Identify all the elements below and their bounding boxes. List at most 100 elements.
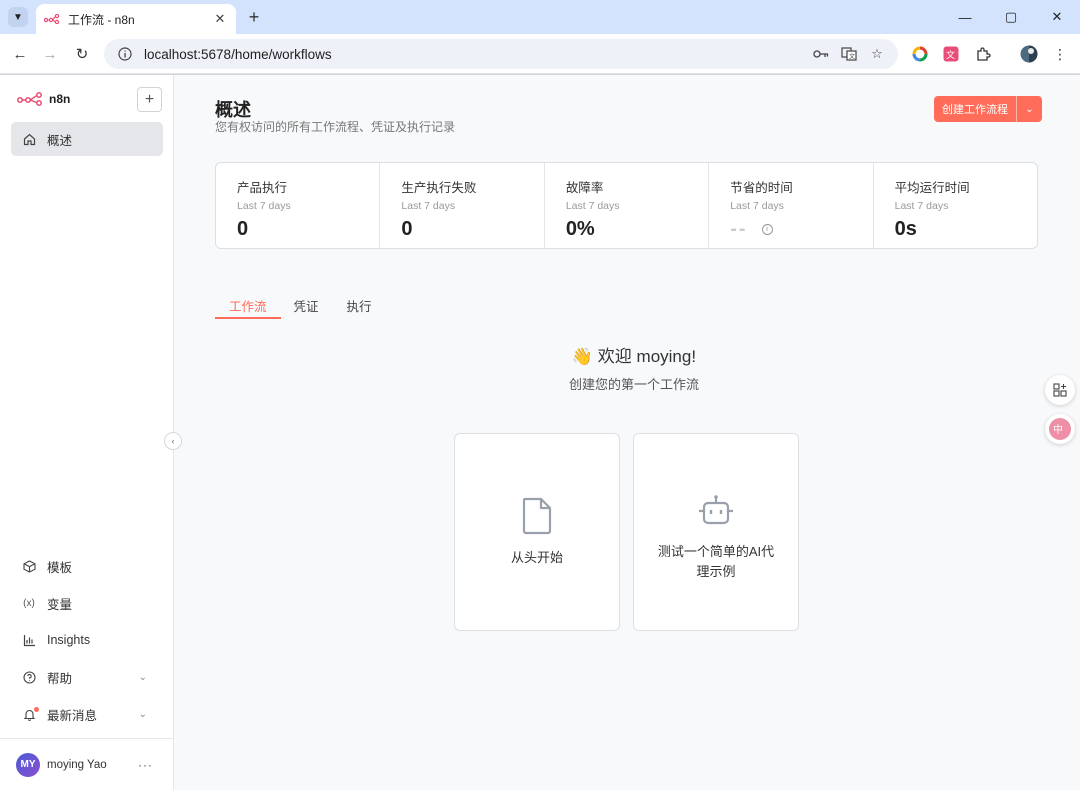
add-resource-button[interactable]: + [137, 87, 162, 112]
sidebar-item-variables[interactable]: (x) 变量 [11, 586, 163, 620]
stat-value: 0 [401, 218, 413, 240]
bookmark-star-icon[interactable]: ☆ [866, 43, 888, 65]
tab-title: 工作流 - n8n [68, 12, 135, 27]
create-workflow-button-group: 创建工作流程 ⌄ [934, 96, 1042, 122]
robot-icon [697, 490, 735, 530]
password-key-icon[interactable] [810, 43, 832, 65]
color-extension-icon[interactable] [909, 43, 931, 65]
bell-icon [21, 706, 39, 721]
main-content: 概述 您有权访问的所有工作流程、凭证及执行记录 创建工作流程 ⌄ 产品执行 La… [174, 75, 1080, 790]
ai-agent-example-card[interactable]: 测试一个简单的AI代理示例 [633, 433, 799, 631]
start-from-scratch-card[interactable]: 从头开始 [454, 433, 620, 631]
chevron-down-icon: ⌄ [138, 708, 147, 720]
welcome-subtitle: 创建您的第一个工作流 [568, 377, 699, 392]
stat-value: 0s [894, 218, 917, 240]
n8n-favicon-icon [44, 11, 60, 27]
stat-time-saved[interactable]: 节省的时间 Last 7 days -- i [709, 163, 874, 248]
close-tab-icon[interactable]: ✕ [212, 11, 228, 27]
browser-tab[interactable]: 工作流 - n8n ✕ [36, 4, 236, 34]
translate-float-button[interactable]: 中 [1045, 414, 1075, 444]
sidebar-item-overview[interactable]: 概述 [11, 122, 163, 156]
stat-production-executions[interactable]: 产品执行 Last 7 days 0 [216, 163, 381, 248]
profile-avatar-icon[interactable] [1018, 43, 1040, 65]
user-more-button[interactable]: ··· [138, 758, 153, 772]
translate-icon[interactable]: 文 [838, 43, 860, 65]
tab-executions[interactable]: 执行 [347, 293, 372, 319]
home-icon [21, 133, 37, 146]
browser-tab-bar: ▼ 工作流 - n8n ✕ + — ▢ ✕ [0, 0, 1080, 34]
notification-dot [34, 706, 39, 712]
stat-period: Last 7 days [565, 200, 620, 212]
stat-value: -- [730, 218, 748, 240]
file-icon [521, 496, 553, 536]
stat-value: 0% [565, 218, 595, 240]
box-icon [21, 559, 37, 573]
stats-summary: 产品执行 Last 7 days 0 生产执行失败 Last 7 days 0 … [215, 162, 1038, 249]
browser-menu-icon[interactable]: ⋮ [1049, 43, 1071, 65]
tab-credentials[interactable]: 凭证 [294, 293, 319, 319]
site-info-icon[interactable] [114, 43, 136, 65]
avatar: MY [16, 752, 40, 777]
forward-button[interactable]: → [38, 42, 62, 66]
maximize-button[interactable]: ▢ [988, 0, 1034, 34]
sidebar-item-label: Insights [47, 633, 91, 647]
stat-label: 故障率 [565, 181, 604, 195]
stat-failure-rate[interactable]: 故障率 Last 7 days 0% [545, 163, 710, 248]
stat-value-container: -- i [730, 218, 872, 241]
n8n-app: n8n + 概述 模板 (x) 变量 Insights 帮助 ⌄ 最新消息 ⌄ … [0, 75, 1080, 790]
svg-text:文: 文 [849, 53, 855, 61]
sidebar-item-label: 最新消息 [47, 708, 98, 723]
n8n-logo[interactable]: n8n [17, 92, 70, 106]
stat-period: Last 7 days [237, 200, 291, 212]
close-window-button[interactable]: ✕ [1034, 0, 1080, 34]
page-subtitle: 您有权访问的所有工作流程、凭证及执行记录 [215, 120, 456, 134]
sidebar-item-help[interactable]: 帮助 ⌄ [11, 660, 163, 694]
welcome-heading: 👋 欢迎 moying! [571, 347, 697, 366]
stat-period: Last 7 days [730, 200, 784, 212]
info-icon[interactable]: i [761, 224, 773, 235]
tab-workflows[interactable]: 工作流 [215, 293, 281, 319]
stat-label: 节省的时间 [730, 181, 793, 195]
card-label: 测试一个简单的AI代理示例 [657, 544, 775, 579]
sidebar: n8n + 概述 模板 (x) 变量 Insights 帮助 ⌄ 最新消息 ⌄ … [0, 75, 174, 790]
help-icon [21, 670, 37, 684]
create-workflow-button[interactable]: 创建工作流程 [934, 96, 1017, 122]
translate-badge-icon: 中 [1049, 418, 1071, 440]
user-name: moying Yao [47, 758, 107, 771]
svg-text:中: 中 [1053, 423, 1063, 436]
new-tab-button[interactable]: + [244, 6, 264, 28]
chevron-down-icon: ⌄ [138, 671, 147, 683]
stat-avg-runtime[interactable]: 平均运行时间 Last 7 days 0s [874, 163, 1037, 248]
stat-failed-executions[interactable]: 生产执行失败 Last 7 days 0 [380, 163, 545, 248]
sidebar-item-label: 变量 [47, 597, 73, 612]
stat-period: Last 7 days [401, 200, 456, 212]
n8n-logo-icon [17, 92, 42, 106]
sidebar-item-label: 模板 [47, 560, 73, 575]
translate-extension-icon[interactable]: 文 [940, 43, 962, 65]
user-menu[interactable]: MY moying Yao ··· [0, 738, 173, 790]
sidebar-item-whats-new[interactable]: 最新消息 ⌄ [11, 697, 163, 731]
variable-icon: (x) [23, 597, 35, 609]
sidebar-item-templates[interactable]: 模板 [11, 549, 163, 583]
chart-icon [21, 634, 37, 647]
create-dropdown-chevron-icon[interactable]: ⌄ [1017, 96, 1042, 122]
extensions-puzzle-icon[interactable] [972, 43, 994, 65]
sidebar-item-insights[interactable]: Insights [11, 623, 163, 657]
sidebar-item-label: 概述 [47, 133, 73, 148]
stat-value: 0 [237, 218, 249, 240]
apps-float-button[interactable] [1045, 375, 1075, 405]
card-label: 从头开始 [510, 550, 563, 565]
stat-label: 生产执行失败 [401, 181, 477, 195]
apps-grid-icon [1053, 383, 1067, 397]
stat-period: Last 7 days [894, 200, 949, 212]
minimize-button[interactable]: — [942, 0, 988, 34]
window-controls: — ▢ ✕ [942, 0, 1080, 34]
browser-toolbar: ← → ↻ localhost:5678/home/workflows 文 ☆ … [0, 34, 1080, 74]
stat-label: 平均运行时间 [894, 181, 970, 195]
tab-search-button[interactable]: ▼ [8, 7, 28, 27]
address-bar[interactable]: localhost:5678/home/workflows 文 ☆ [104, 39, 898, 69]
reload-button[interactable]: ↻ [70, 42, 94, 66]
content-tabs: 工作流 凭证 执行 [215, 293, 400, 319]
brand-name: n8n [49, 92, 71, 106]
back-button[interactable]: ← [8, 42, 32, 66]
